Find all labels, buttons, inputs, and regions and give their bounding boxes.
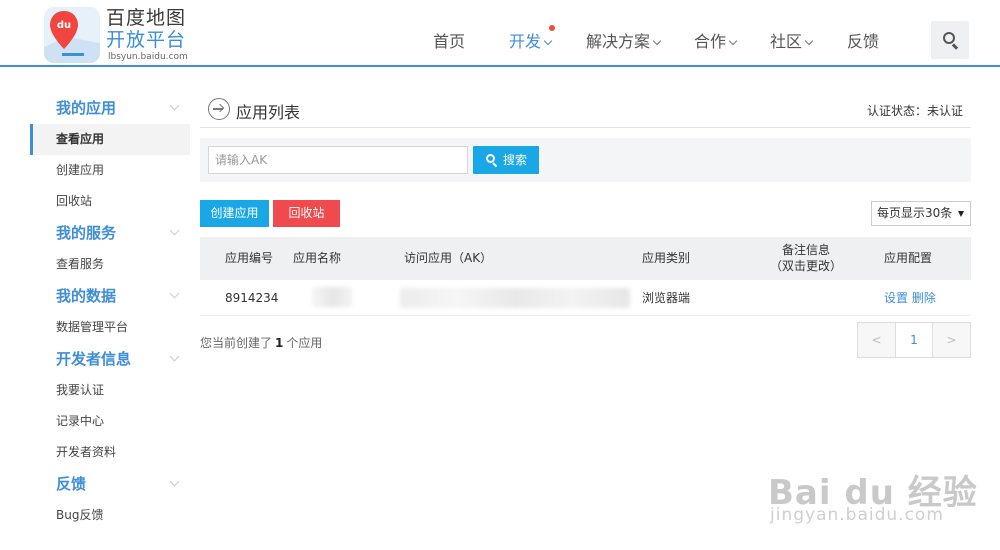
chevron-down-icon: [169, 225, 180, 236]
recycle-bin-button[interactable]: 回收站: [273, 200, 340, 227]
pagination: < 1 >: [857, 322, 971, 358]
circle-arrow-right-icon: [208, 98, 230, 120]
nav-solutions[interactable]: 解决方案: [586, 28, 662, 52]
per-page-select[interactable]: 每页显示30条: [871, 201, 971, 226]
sidebar-group-title: 我的应用: [56, 99, 117, 117]
nav-feedback-label: 反馈: [847, 32, 880, 51]
sidebar-group-developer-info[interactable]: 开发者信息: [30, 343, 190, 375]
map-pin-icon: du: [44, 7, 100, 63]
auth-status: 认证状态：未认证: [866, 104, 963, 118]
setting-link[interactable]: 设置: [884, 291, 908, 305]
per-page-value: 每页显示30条: [877, 206, 953, 220]
chevron-down-icon: [169, 100, 180, 111]
create-app-button[interactable]: 创建应用: [200, 200, 269, 227]
header-app-type: 应用类别: [642, 251, 691, 265]
main-content: 应用列表 认证状态：未认证 搜索 创建应用 回收站 每页显示30条 应用编号 应…: [200, 92, 971, 362]
nav-community[interactable]: 社区: [770, 28, 814, 52]
sidebar-item-data-platform[interactable]: 数据管理平台: [30, 312, 190, 343]
nav-solutions-label: 解决方案: [586, 32, 651, 51]
table-footer: 您当前创建了 1 个应用 < 1 >: [200, 322, 971, 362]
sidebar-item-view-services[interactable]: 查看服务: [30, 249, 190, 280]
cell-app-type: 浏览器端: [642, 291, 691, 305]
chevron-down-icon: [169, 476, 180, 487]
nav-home-label: 首页: [433, 32, 466, 51]
sidebar-item-recycle-bin[interactable]: 回收站: [30, 186, 190, 217]
redacted-ak: [400, 288, 630, 308]
chevron-down-icon: [728, 36, 738, 46]
search-button[interactable]: 搜索: [473, 146, 539, 174]
search-button-label: 搜索: [503, 153, 528, 167]
header-note: 备注信息 （双击更改）: [766, 242, 846, 285]
sidebar-item-create-app[interactable]: 创建应用: [30, 155, 190, 186]
brand-name: 百度地图: [106, 7, 187, 29]
pagination-prev[interactable]: <: [858, 323, 895, 357]
sidebar-group-my-services[interactable]: 我的服务: [30, 217, 190, 249]
count-suffix: 个应用: [286, 336, 323, 350]
chevron-down-icon: [543, 36, 553, 46]
sidebar-item-certify[interactable]: 我要认证: [30, 375, 190, 406]
logo-letters: du: [57, 20, 71, 31]
search-icon-handle: [492, 162, 498, 168]
header-app-id: 应用编号: [225, 251, 274, 265]
cell-config: 设置 删除: [884, 280, 936, 316]
app-table: 应用编号 应用名称 访问应用（AK） 应用类别 备注信息 （双击更改） 应用配置…: [200, 237, 971, 316]
brand-url: lbsyun.baidu.com: [108, 52, 188, 62]
chevron-down-icon: [169, 288, 180, 299]
nav-home[interactable]: 首页: [433, 28, 465, 52]
sidebar-item-view-apps[interactable]: 查看应用: [30, 124, 190, 155]
sidebar-item-bug-feedback[interactable]: Bug反馈: [30, 500, 190, 531]
search-bar: 搜索: [200, 138, 971, 182]
app-count-text: 您当前创建了 1 个应用: [200, 334, 322, 351]
pagination-next[interactable]: >: [933, 323, 970, 357]
brand-text[interactable]: 百度地图 开放平台 lbsyun.baidu.com: [106, 7, 188, 63]
brand-platform: 开放平台: [106, 29, 187, 51]
header-note-line1: 备注信息: [781, 243, 830, 257]
sidebar-group-title: 我的数据: [56, 287, 117, 305]
action-row: 创建应用 回收站 每页显示30条: [200, 200, 971, 227]
search-icon-handle: [952, 43, 959, 50]
nav-community-label: 社区: [770, 32, 803, 51]
table-row: 8914234 浏览器端 设置 删除: [200, 280, 971, 316]
baidu-map-logo[interactable]: du: [44, 7, 100, 63]
sidebar: 我的应用 查看应用 创建应用 回收站 我的服务 查看服务 我的数据 数据管理平台…: [30, 92, 190, 531]
cell-app-id: 8914234: [225, 291, 279, 305]
chevron-down-icon: [652, 36, 662, 46]
chevron-down-icon: [804, 36, 814, 46]
count-prefix: 您当前创建了: [200, 336, 273, 350]
sidebar-item-developer-profile[interactable]: 开发者资料: [30, 437, 190, 468]
sidebar-group-title: 我的服务: [56, 224, 117, 242]
nav-feedback[interactable]: 反馈: [847, 28, 879, 52]
page-header: 应用列表 认证状态：未认证: [200, 92, 971, 128]
pagination-page-1[interactable]: 1: [895, 323, 933, 357]
sidebar-group-feedback[interactable]: 反馈: [30, 468, 190, 500]
table-header: 应用编号 应用名称 访问应用（AK） 应用类别 备注信息 （双击更改） 应用配置: [200, 237, 971, 280]
header-app-config: 应用配置: [884, 251, 933, 265]
notification-dot: [549, 25, 556, 31]
header-ak: 访问应用（AK）: [404, 251, 493, 265]
nav-develop[interactable]: 开发: [509, 25, 556, 52]
header-app-name: 应用名称: [293, 251, 342, 265]
sidebar-group-my-data[interactable]: 我的数据: [30, 280, 190, 312]
nav-develop-label: 开发: [509, 32, 542, 51]
ak-search-input[interactable]: [208, 146, 468, 174]
sidebar-group-title: 反馈: [56, 475, 87, 493]
delete-link[interactable]: 删除: [912, 291, 936, 305]
header-search-button[interactable]: [931, 21, 969, 59]
count-value: 1: [275, 336, 284, 350]
sidebar-item-record-center[interactable]: 记录中心: [30, 406, 190, 437]
chevron-down-icon: [169, 351, 180, 362]
nav-cooperation-label: 合作: [694, 32, 727, 51]
page-title: 应用列表: [236, 103, 301, 122]
sidebar-group-title: 开发者信息: [56, 350, 132, 368]
watermark-url: jingyan.baidu.com: [770, 505, 944, 525]
sidebar-group-my-apps[interactable]: 我的应用: [30, 92, 190, 124]
top-header: du 百度地图 开放平台 lbsyun.baidu.com 首页 开发 解决方案…: [0, 0, 1000, 67]
redacted-app-name: [312, 287, 352, 307]
caret-down-icon: [958, 211, 964, 217]
header-note-line2: （双击更改）: [769, 259, 842, 273]
nav-cooperation[interactable]: 合作: [694, 28, 738, 52]
